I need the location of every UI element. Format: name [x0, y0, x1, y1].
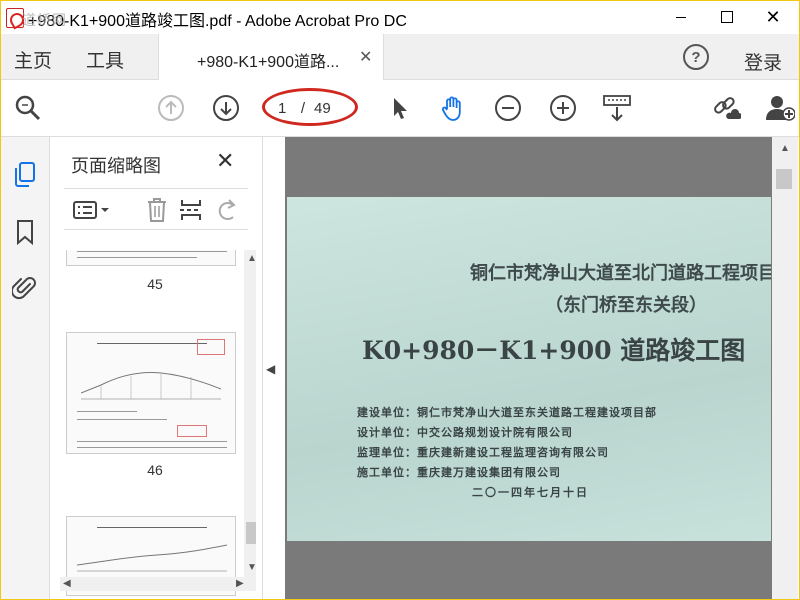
help-icon[interactable]: ?: [683, 44, 709, 70]
previous-page-icon[interactable]: [155, 92, 187, 124]
panel-toolbar: [64, 188, 248, 230]
zoom-search-icon[interactable]: [12, 92, 44, 124]
scroll-right-arrow[interactable]: ▶: [236, 578, 244, 589]
thumbnail-horizontal-scrollbar[interactable]: ◀ ▶: [60, 577, 256, 591]
tab-tools[interactable]: 工具: [86, 46, 124, 73]
main-toolbar: 1 / 49: [0, 80, 800, 137]
zoom-in-icon[interactable]: [547, 92, 579, 124]
collapse-panel-arrow[interactable]: ◀: [266, 362, 275, 376]
document-main-title: K0+980－K1+900 道路竣工图: [362, 336, 746, 365]
close-panel-icon[interactable]: ✕: [216, 148, 234, 174]
next-page-icon[interactable]: [210, 92, 242, 124]
menu-bar: 主页 工具 +980-K1+900道路... ✕ ? 登录: [0, 34, 800, 80]
document-line-supervisor: 监理单位：重庆建新建设工程监理咨询有限公司: [357, 446, 609, 459]
document-tab[interactable]: +980-K1+900道路... ✕: [158, 34, 384, 80]
thumbnail-panel: 页面缩略图 ✕ 45 46 ▲ ▼ ◀ ▶: [50, 137, 263, 600]
bookmarks-icon[interactable]: [10, 217, 40, 247]
hand-tool-icon[interactable]: [437, 92, 469, 124]
document-line-builder: 建设单位：铜仁市梵净山大道至东关道路工程建设项目部: [357, 406, 657, 419]
scroll-up-arrow[interactable]: ▲: [247, 253, 256, 264]
scrollbar-thumb[interactable]: [246, 522, 256, 544]
document-tab-label: +980-K1+900道路...: [197, 54, 340, 71]
thumbnail-page-45[interactable]: [66, 250, 236, 266]
rotate-page-icon[interactable]: [214, 197, 240, 223]
scroll-down-arrow[interactable]: ▼: [247, 562, 256, 573]
zoom-out-icon[interactable]: [492, 92, 524, 124]
document-project-title: 铜仁市梵净山大道至北门道路工程项目: [470, 263, 771, 284]
thumbnail-vertical-scrollbar[interactable]: ▲ ▼: [244, 250, 256, 580]
maximize-button[interactable]: [704, 0, 750, 34]
login-button[interactable]: 登录: [744, 48, 782, 75]
select-cursor-icon[interactable]: [384, 92, 416, 124]
document-scroll-up-arrow[interactable]: ▲: [780, 143, 790, 154]
document-vertical-scrollbar[interactable]: ▲: [772, 137, 798, 600]
document-subtitle: （东门桥至东关段）: [545, 295, 707, 316]
scroll-left-arrow[interactable]: ◀: [63, 578, 71, 589]
insert-page-icon[interactable]: [178, 197, 204, 223]
close-window-button[interactable]: ✕: [750, 0, 796, 34]
thumbnail-list[interactable]: 45 46 ▲ ▼: [60, 250, 256, 600]
document-view[interactable]: 铜仁市梵净山大道至北门道路工程项目 （东门桥至东关段） K0+980－K1+90…: [285, 137, 772, 600]
thumbnail-page-46[interactable]: [66, 332, 236, 454]
share-link-icon[interactable]: [710, 92, 742, 124]
document-date: 二〇一四年七月十日: [472, 486, 589, 499]
annotation-circle: [262, 88, 358, 126]
keyboard-scroll-icon[interactable]: [601, 92, 633, 124]
watermark-text: 道桥网: [22, 12, 67, 28]
attachments-icon[interactable]: [10, 273, 40, 303]
navigation-pane: [0, 137, 50, 600]
panel-title: 页面缩略图: [71, 156, 161, 176]
delete-page-icon[interactable]: [144, 197, 170, 223]
close-tab-icon[interactable]: ✕: [359, 47, 372, 67]
thumbnail-options-icon[interactable]: [72, 197, 112, 223]
pdf-page: 铜仁市梵净山大道至北门道路工程项目 （东门桥至东关段） K0+980－K1+90…: [287, 197, 771, 541]
title-bar: +980-K1+900道路竣工图.pdf - Adobe Acrobat Pro…: [0, 0, 800, 34]
document-line-contractor: 施工单位：重庆建万建设集团有限公司: [357, 466, 561, 479]
add-user-icon[interactable]: [764, 92, 796, 124]
tab-home[interactable]: 主页: [14, 46, 52, 73]
document-line-designer: 设计单位：中交公路规划设计院有限公司: [357, 426, 573, 439]
document-scrollbar-thumb[interactable]: [776, 169, 792, 189]
thumbnail-label-45: 45: [147, 276, 163, 292]
minimize-button[interactable]: [658, 0, 704, 34]
page-thumbnails-icon[interactable]: [10, 159, 40, 189]
window-title: +980-K1+900道路竣工图.pdf - Adobe Acrobat Pro…: [28, 13, 407, 30]
thumbnail-label-46: 46: [147, 462, 163, 478]
